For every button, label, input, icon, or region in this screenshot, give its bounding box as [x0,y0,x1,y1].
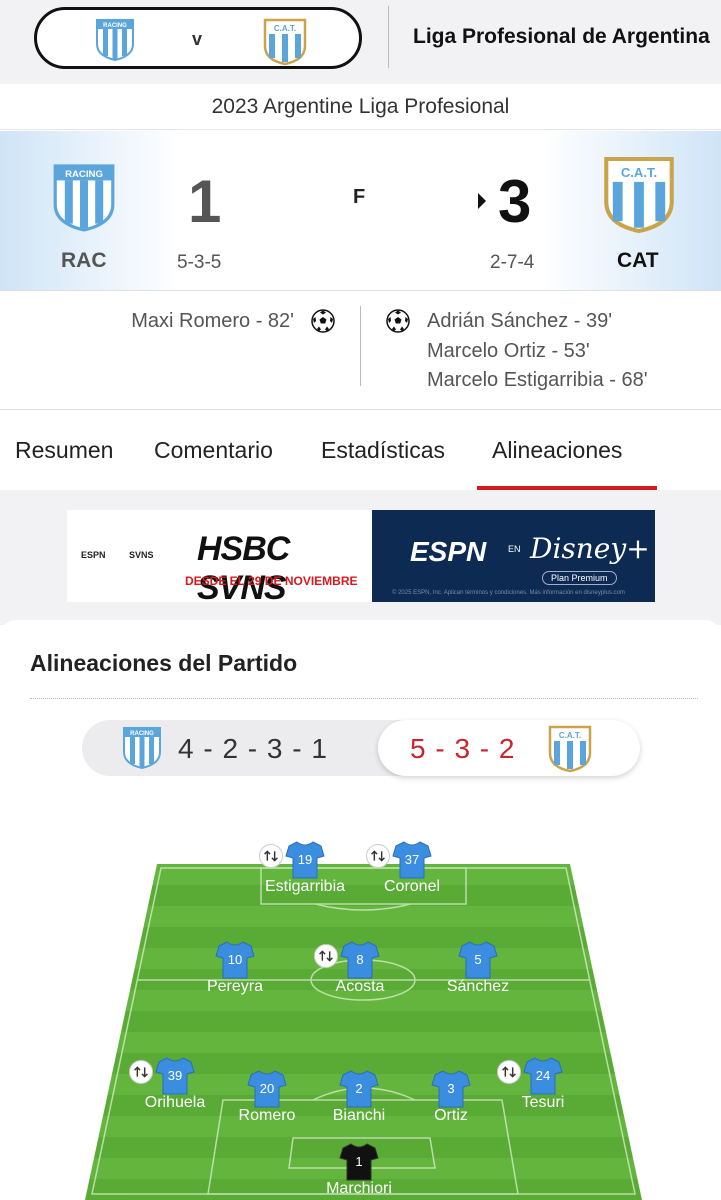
home-score: 1 [188,168,222,235]
tab-alineaciones[interactable]: Alineaciones [492,437,622,464]
cat-crest-icon: C.A.T. [548,725,592,773]
away-scorer: Marcelo Estigarribia - 68' [427,369,648,391]
ad-banner[interactable]: ESPN SVNS HSBC SVNS DESDE EL 29 DE NOVIE… [67,510,655,607]
match-status: F [353,186,366,208]
player-marker[interactable]: 5 Sánchez [418,940,538,996]
cat-crest-text: C.A.T. [559,731,581,740]
ad-left-panel: ESPN SVNS HSBC SVNS DESDE EL 29 DE NOVIE… [67,510,372,607]
racing-crest-icon: RACING [123,727,161,770]
player-number: 8 [356,952,364,967]
player-number: 20 [259,1081,275,1096]
player-marker[interactable]: 8 Acosta [300,940,420,996]
home-formation-button[interactable]: 4 - 2 - 3 - 1 [178,733,328,765]
ad-disney-logo: Disney+ [530,532,650,565]
top-bar: RACING v C.A.T. Liga Profesional de Arge… [0,0,721,84]
league-link[interactable]: Liga Profesional de Argentina [413,25,710,49]
home-team-crest-icon[interactable]: RACING [52,159,116,237]
lineups-divider [30,698,698,699]
ad-svns-small: SVNS [129,550,154,560]
formation-toggle: RACING 4 - 2 - 3 - 1 5 - 3 - 2 C.A.T. [82,720,640,776]
player-name: Acosta [335,978,385,995]
ad-espn-logo: ESPN [410,536,487,567]
player-name: Tesuri [521,1094,565,1111]
player-number: 39 [167,1068,183,1083]
substitution-icon [259,844,283,868]
player-number: 24 [535,1068,551,1083]
away-team-crest-icon[interactable]: C.A.T. [603,155,675,235]
away-score: 3 [498,168,532,235]
racing-crest-text: RACING [103,23,127,29]
player-name: Sánchez [446,978,510,995]
away-team-abbr[interactable]: CAT [617,249,659,273]
home-scorer: Maxi Romero - 82' [131,310,294,332]
substitution-icon [366,844,390,868]
substitution-icon [129,1060,153,1084]
home-team-abbr[interactable]: RAC [61,249,107,273]
cat-crest-text: C.A.T. [274,24,296,33]
soccer-ball-icon [386,309,410,333]
ad-espn-small: ESPN [81,550,106,560]
soccer-ball-icon [311,309,335,333]
ad-en: EN [508,544,521,554]
season-title: 2023 Argentine Liga Profesional [0,84,721,130]
tab-bar: Resumen Comentario Estadísticas Alineaci… [0,410,721,490]
winner-arrow-icon [478,193,486,209]
player-name: Coronel [383,878,441,895]
vs-label: v [192,29,203,49]
ad-subtitle: DESDE EL 29 DE NOVIEMBRE [185,574,358,588]
away-crest-text: C.A.T. [621,165,657,180]
lineups-card: Alineaciones del Partido RACING 4 - 2 - … [0,620,721,1200]
cat-crest-icon: C.A.T. [263,18,307,66]
player-name: Estigarribia [264,878,346,895]
lineups-title: Alineaciones del Partido [30,650,298,676]
topbar-divider [388,6,389,68]
player-marker[interactable]: 37 Coronel [352,840,472,896]
ad-legal-text: © 2025 ESPN, Inc. Aplican términos y con… [392,590,625,596]
player-number: 37 [404,852,420,867]
player-name: Marchiori [326,1180,392,1197]
away-formation-button[interactable]: 5 - 3 - 2 C.A.T. [378,720,640,776]
ad-title: HSBC SVNS [197,530,290,607]
ad-plan-badge: Plan Premium [542,571,617,585]
away-record: 2-7-4 [490,252,535,273]
match-selector[interactable]: RACING v C.A.T. [34,7,362,69]
tab-resumen[interactable]: Resumen [15,437,113,464]
player-marker[interactable]: 24 Tesuri [483,1056,603,1112]
player-number: 3 [447,1081,455,1096]
player-name: Pereyra [206,978,264,995]
player-marker[interactable]: 10 Pereyra [175,940,295,996]
player-number: 5 [474,952,482,967]
player-number: 10 [227,952,243,967]
racing-crest-icon: RACING [96,19,134,62]
player-number: 19 [297,852,313,867]
player-number: 2 [355,1081,363,1096]
away-scorer: Adrián Sánchez - 39' [427,310,613,332]
player-marker[interactable]: 1 Marchiori [299,1142,419,1198]
scorers-divider [360,306,361,386]
substitution-icon [314,944,338,968]
player-number: 1 [355,1154,363,1169]
home-record: 5-3-5 [177,252,222,273]
tab-estadisticas[interactable]: Estadísticas [321,437,445,464]
away-scorer: Marcelo Ortiz - 53' [427,340,590,362]
away-formation: 5 - 3 - 2 [410,733,516,764]
home-crest-text: RACING [65,169,103,180]
goal-scorers: Maxi Romero - 82' Adrián Sánchez - 39' M… [0,292,721,410]
tab-comentario[interactable]: Comentario [154,437,273,464]
scoreboard: RACING RAC 1 5-3-5 F 3 2-7-4 C.A.T. CAT [0,131,721,291]
player-marker[interactable]: 19 Estigarribia [245,840,365,896]
home-crest-text: RACING [130,731,154,737]
substitution-icon [497,1060,521,1084]
ad-right-panel: ESPN EN Disney+ Plan Premium © 2025 ESPN… [372,510,655,602]
